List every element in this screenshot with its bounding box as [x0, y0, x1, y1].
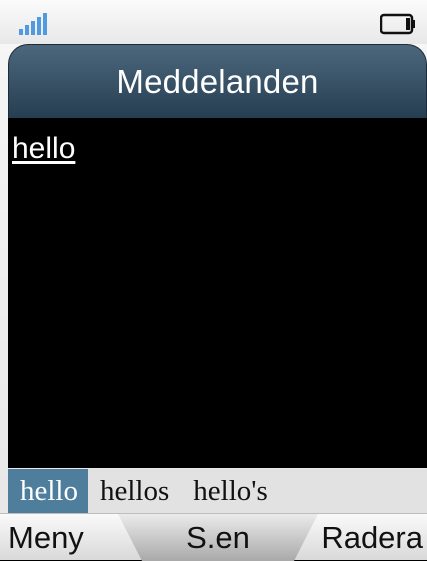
- phone-screen: Meddelanden hello hello hellos hello's M…: [0, 0, 427, 561]
- battery-icon: [380, 13, 415, 35]
- center-softkey[interactable]: S.en: [118, 514, 318, 561]
- message-editor[interactable]: hello: [8, 118, 427, 468]
- status-bar: [0, 0, 427, 44]
- suggestion-item-selected[interactable]: hello: [8, 469, 88, 513]
- menu-softkey[interactable]: Meny: [8, 514, 84, 561]
- suggestion-item[interactable]: hellos: [92, 469, 177, 513]
- suggestion-item[interactable]: hello's: [185, 469, 276, 513]
- page-title: Meddelanden: [116, 63, 319, 100]
- center-softkey-label: S.en: [186, 520, 250, 555]
- signal-bars-icon: [19, 13, 47, 35]
- delete-softkey[interactable]: Radera: [321, 514, 423, 561]
- softkey-bar: Meny S.en Radera: [0, 513, 427, 561]
- title-bar: Meddelanden: [8, 44, 427, 118]
- word-suggestion-bar: hello hellos hello's: [8, 469, 427, 513]
- message-text[interactable]: hello: [12, 132, 75, 166]
